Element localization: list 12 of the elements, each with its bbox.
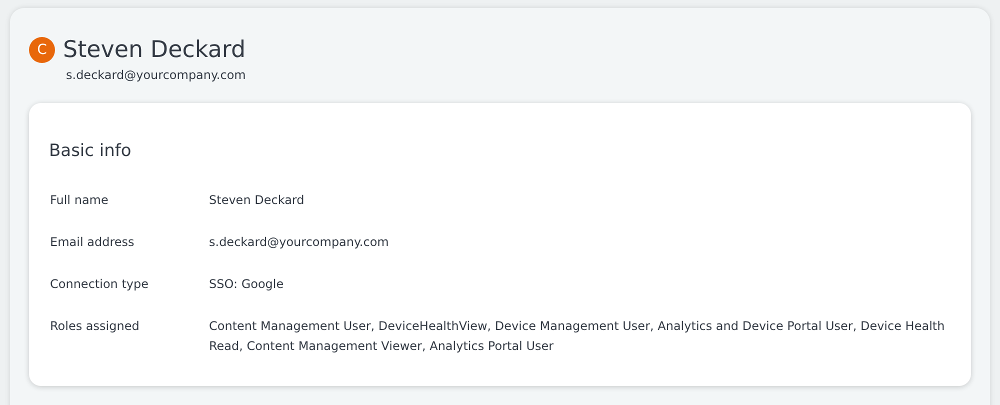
user-email: s.deckard@yourcompany.com bbox=[66, 67, 247, 84]
field-label: Roles assigned bbox=[50, 318, 140, 334]
avatar: C bbox=[29, 37, 55, 63]
field-label: Connection type bbox=[50, 276, 150, 292]
section-title: Basic info bbox=[49, 140, 132, 163]
field-label: Email address bbox=[50, 234, 136, 250]
field-value: SSO: Google bbox=[209, 276, 284, 292]
user-name: Steven Deckard bbox=[63, 36, 246, 65]
field-label: Full name bbox=[50, 192, 110, 208]
field-value: Steven Deckard bbox=[209, 192, 304, 208]
field-value: Content Management User, DeviceHealthView, Device Management User, Analytics and Device Portal User, Device Health Read, Content Management Viewer, Analytics Portal User bbox=[209, 318, 946, 354]
field-value: s.deckard@yourcompany.com bbox=[209, 234, 389, 250]
